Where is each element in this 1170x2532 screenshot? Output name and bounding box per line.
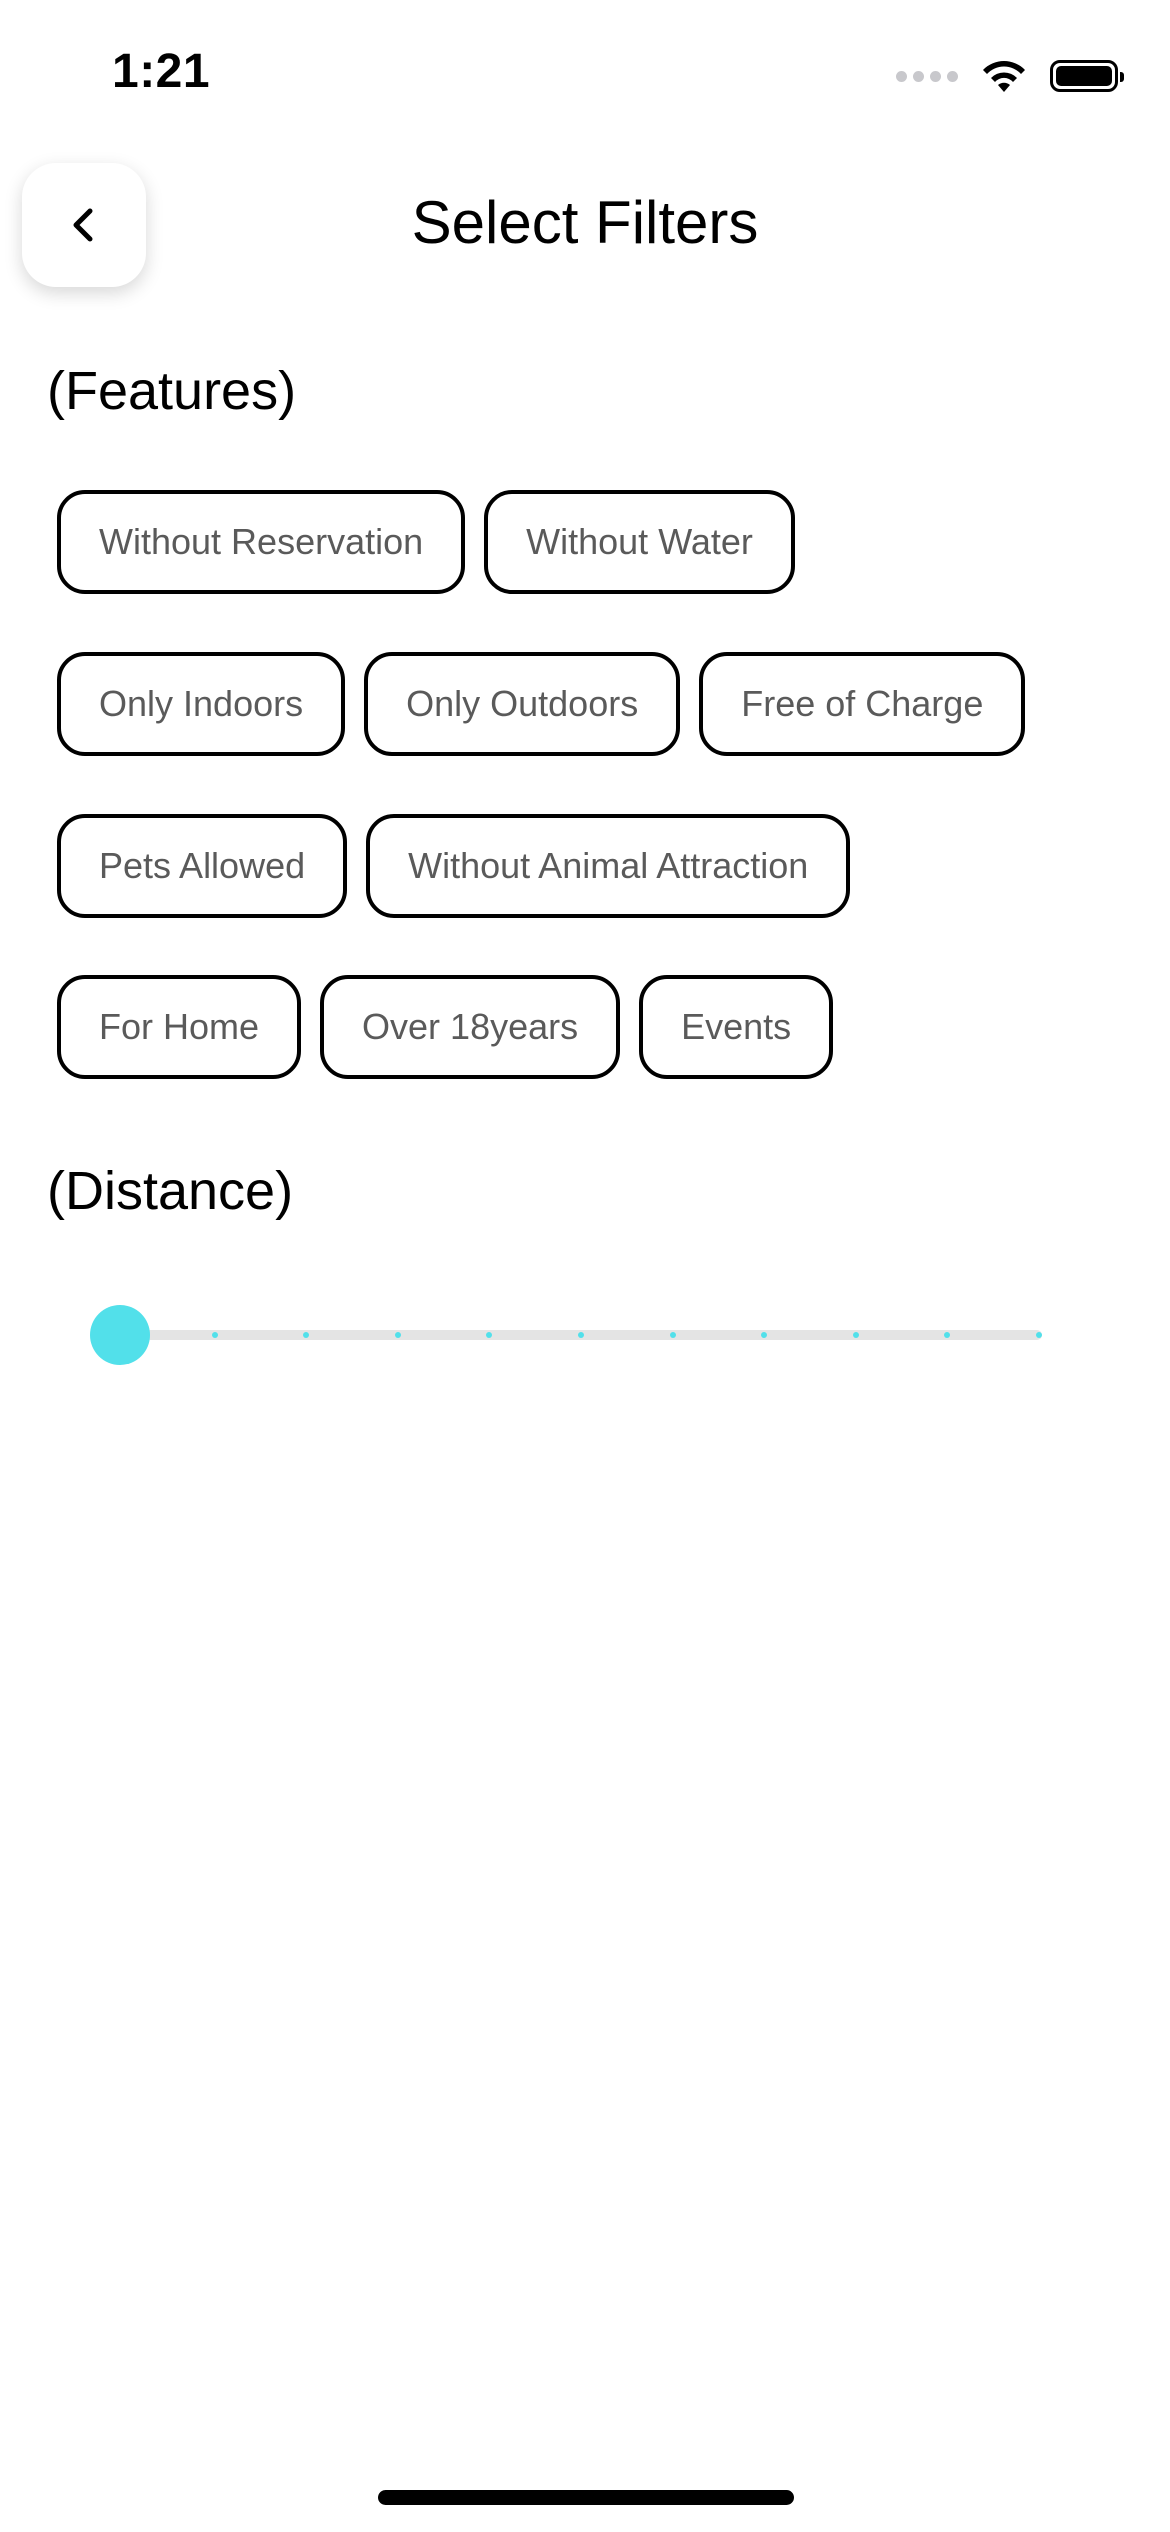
slider-tick [852,1332,859,1338]
cellular-signal-icon [896,70,958,82]
slider-tick [1036,1332,1042,1338]
chip-only-indoors[interactable]: Only Indoors [57,652,346,756]
features-row-1: Without Reservation Without Water [57,490,795,594]
slider-tick [669,1332,676,1338]
chip-without-reservation[interactable]: Without Reservation [57,490,466,594]
slider-thumb[interactable] [90,1305,150,1365]
chip-events[interactable]: Events [639,975,834,1079]
features-section-title: (Features) [47,361,297,421]
slider-tick [211,1332,218,1338]
chip-pets-allowed[interactable]: Pets Allowed [57,814,348,918]
chip-free-of-charge[interactable]: Free of Charge [699,652,1026,756]
features-row-3: Pets Allowed Without Animal Attraction [57,814,851,918]
chip-only-outdoors[interactable]: Only Outdoors [364,652,681,756]
status-icons [896,56,1124,96]
chip-over-18years[interactable]: Over 18years [320,975,621,1079]
slider-tick [578,1332,584,1338]
distance-section-title: (Distance) [47,1161,294,1221]
features-row-2: Only Indoors Only Outdoors Free of Charg… [57,652,1026,756]
features-row-4: For Home Over 18years Events [57,975,834,1079]
distance-slider[interactable] [90,1305,1048,1365]
slider-tick [394,1332,401,1338]
chip-without-water[interactable]: Without Water [484,490,795,594]
page-title: Select Filters [411,189,759,256]
status-bar: 1:21 [0,0,1170,150]
wifi-icon [983,61,1025,92]
home-indicator [378,2490,794,2505]
chip-without-animal-attraction[interactable]: Without Animal Attraction [366,814,851,918]
battery-icon [1050,60,1124,92]
status-time: 1:21 [112,45,211,98]
chip-for-home[interactable]: For Home [57,975,302,1079]
